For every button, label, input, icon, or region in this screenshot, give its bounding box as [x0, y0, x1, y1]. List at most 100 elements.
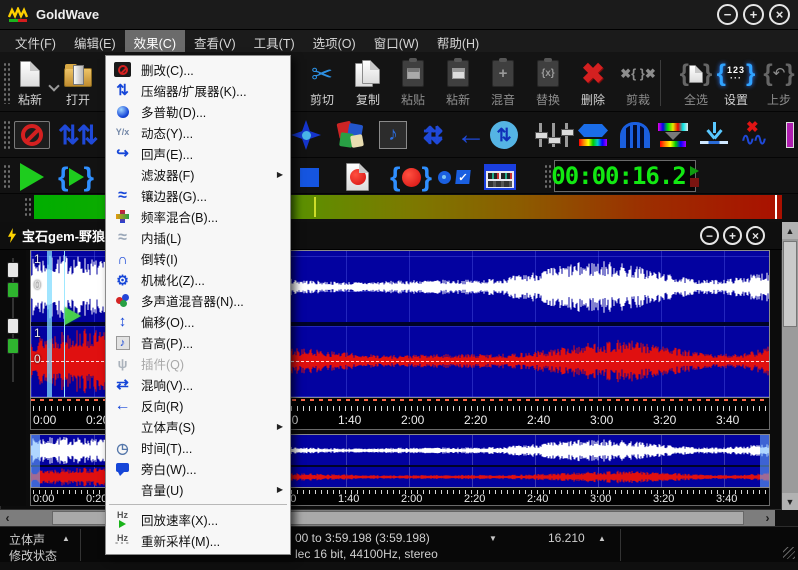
menubar-item-2[interactable]: 效果(C) [125, 30, 185, 52]
minimize-button[interactable]: − [717, 4, 738, 25]
selection-dropdown-icon[interactable]: ▼ [489, 534, 497, 543]
effects-menu-item-4[interactable]: ↪回声(E)... [106, 143, 290, 164]
selection-range-status[interactable]: 00 to 3:59.198 (3:59.198) [295, 531, 430, 545]
resize-grip[interactable] [783, 547, 795, 559]
left-channel-balance-fader[interactable] [7, 282, 19, 298]
paste-new-button[interactable]: 粘新 [436, 58, 480, 108]
effects-menu-item-0[interactable]: 删改(C)... [106, 59, 290, 80]
paste-new-file-button[interactable]: 粘新 [8, 58, 52, 108]
menubar-item-1[interactable]: 编辑(E) [65, 30, 125, 52]
effects-menu-item-3[interactable]: Y/x动态(Y)... [106, 122, 290, 143]
meter-drag-handle[interactable] [24, 197, 31, 217]
mix-button[interactable]: +混音 [481, 58, 525, 108]
stop-button[interactable] [300, 162, 319, 192]
right-channel-balance-fader[interactable] [7, 338, 19, 354]
channel-mixer-effect-button[interactable] [336, 118, 366, 152]
scroll-down-icon[interactable]: ▼ [782, 493, 798, 510]
effects-menu-item-21[interactable]: Hz回放速率(X)... [106, 509, 290, 530]
noise-gate-effect-button[interactable] [620, 118, 650, 152]
replace-button[interactable]: {x}替换 [526, 58, 570, 108]
scroll-right-icon[interactable]: › [760, 510, 775, 526]
scroll-up-icon[interactable]: ▲ [782, 222, 798, 239]
menubar-item-4[interactable]: 工具(T) [245, 30, 304, 52]
channel-mode-spinner-icon[interactable]: ▲ [62, 534, 70, 543]
effects-menu-item-14[interactable]: ψ插件(Q) [106, 353, 290, 374]
vertical-scrollbar[interactable]: ▲ ▼ [782, 222, 798, 510]
left-channel-fader[interactable] [7, 262, 19, 278]
close-button[interactable]: × [769, 4, 790, 25]
effects-menu-item-19[interactable]: 旁白(W)... [106, 458, 290, 479]
effects-toolbar-drag-handle[interactable] [3, 120, 10, 150]
cut-button[interactable]: ✂剪切 [300, 58, 344, 108]
sound-close-button[interactable]: × [746, 226, 765, 245]
time-drag-handle[interactable] [544, 164, 551, 188]
effects-menu-item-7[interactable]: 频率混合(B)... [106, 206, 290, 227]
paste-button[interactable]: 粘贴 [391, 58, 435, 108]
reverb-effect-button[interactable]: ⇄⇄ [416, 118, 450, 152]
reverb-icon: ⇄ [111, 377, 134, 392]
declick-effect-button[interactable] [700, 118, 728, 152]
delete-button[interactable]: ✖删除 [571, 58, 615, 108]
undo-step-button[interactable]: {↶}上步 [757, 58, 798, 108]
effects-menu-item-20[interactable]: 音量(U)▶ [106, 479, 290, 500]
selection-start-edge[interactable] [47, 251, 52, 397]
play-selection-button[interactable]: {} [58, 162, 94, 192]
effects-menu-item-13[interactable]: ♪音高(P)... [106, 332, 290, 353]
mechanize-effect-button[interactable] [291, 118, 321, 152]
effects-menu-item-12[interactable]: ↕偏移(O)... [106, 311, 290, 332]
goldwave-app: { "window": { "title": "GoldWave", "cont… [0, 0, 798, 570]
menubar-item-5[interactable]: 选项(O) [304, 30, 365, 52]
effects-menu-item-1[interactable]: ⇅压缩器/扩展器(K)... [106, 80, 290, 101]
spectrum-filter-effect-button[interactable] [658, 118, 688, 152]
toolbar-button-label: 删除 [581, 91, 605, 108]
effects-menu-item-8[interactable]: ≈内插(L) [106, 227, 290, 248]
effects-menu-item-22[interactable]: Hz∘∘∘重新采样(M)... [106, 530, 290, 551]
sound-minimize-button[interactable]: − [700, 226, 719, 245]
record-button[interactable] [346, 162, 369, 192]
menubar-item-7[interactable]: 帮助(H) [428, 30, 488, 52]
reverse-effect-button[interactable]: ← [456, 118, 486, 152]
menubar-item-6[interactable]: 窗口(W) [365, 30, 428, 52]
equalizer-effect-button[interactable] [534, 118, 573, 152]
copy-button[interactable]: 复制 [346, 58, 390, 108]
trim-button[interactable]: ✖{ }✖剪裁 [616, 58, 660, 108]
ruler-label: 2:20 [464, 493, 485, 505]
effects-menu-item-9[interactable]: ∩倒转(I) [106, 248, 290, 269]
effects-menu-item-17[interactable]: 立体声(S)▶ [106, 416, 290, 437]
channel-mode-status[interactable]: 立体声 [9, 531, 45, 548]
transport-drag-handle[interactable] [3, 164, 10, 188]
right-channel-fader[interactable] [7, 318, 19, 334]
vertical-scroll-thumb[interactable] [783, 241, 797, 327]
plugin-edge-effect-button[interactable] [786, 118, 794, 152]
play-button[interactable] [20, 162, 44, 192]
scroll-left-icon[interactable]: ‹ [0, 510, 15, 526]
ruler-label: 2:40 [527, 413, 550, 427]
noise-reduction-effect-button[interactable]: ✖∿∿ [736, 118, 770, 152]
select-all-button[interactable]: {}全选 [674, 58, 718, 108]
filter-shape-effect-button[interactable] [578, 118, 608, 152]
effects-menu-item-2[interactable]: 多普勒(D)... [106, 101, 290, 122]
value-spinner-icon[interactable]: ▲ [598, 534, 606, 543]
sound-maximize-button[interactable]: + [723, 226, 742, 245]
maximize-button[interactable]: + [743, 4, 764, 25]
settings-button[interactable]: {123···}设置 [714, 58, 758, 108]
compressor-expander-effect-button[interactable]: ⇅⇅ [58, 118, 96, 152]
effects-menu-item-15[interactable]: ⇄混响(V)... [106, 374, 290, 395]
record-selection-button[interactable]: {} [390, 162, 432, 192]
properties-button[interactable] [484, 162, 516, 192]
effects-menu-item-5[interactable]: 滤波器(F)▶ [106, 164, 290, 185]
effects-menu-item-16[interactable]: ←反向(R) [106, 395, 290, 416]
offset-effect-button[interactable]: ⇅ [490, 118, 518, 152]
clipboard-icon [402, 60, 424, 87]
menubar-item-0[interactable]: 文件(F) [6, 30, 65, 52]
open-button[interactable]: 打开 [56, 58, 100, 108]
censor-effect-button[interactable] [14, 118, 50, 152]
status-value[interactable]: 16.210 [548, 531, 585, 545]
menubar-item-3[interactable]: 查看(V) [185, 30, 245, 52]
effects-menu-item-10[interactable]: ⚙机械化(Z)... [106, 269, 290, 290]
effects-menu-item-6[interactable]: ≈镶边器(G)... [106, 185, 290, 206]
effects-menu-item-11[interactable]: 多声道混音器(N)... [106, 290, 290, 311]
pitch-effect-button[interactable]: ♪ [379, 118, 407, 152]
effects-menu-item-18[interactable]: ◷时间(T)... [106, 437, 290, 458]
monitor-button[interactable]: ✓ [438, 162, 470, 192]
